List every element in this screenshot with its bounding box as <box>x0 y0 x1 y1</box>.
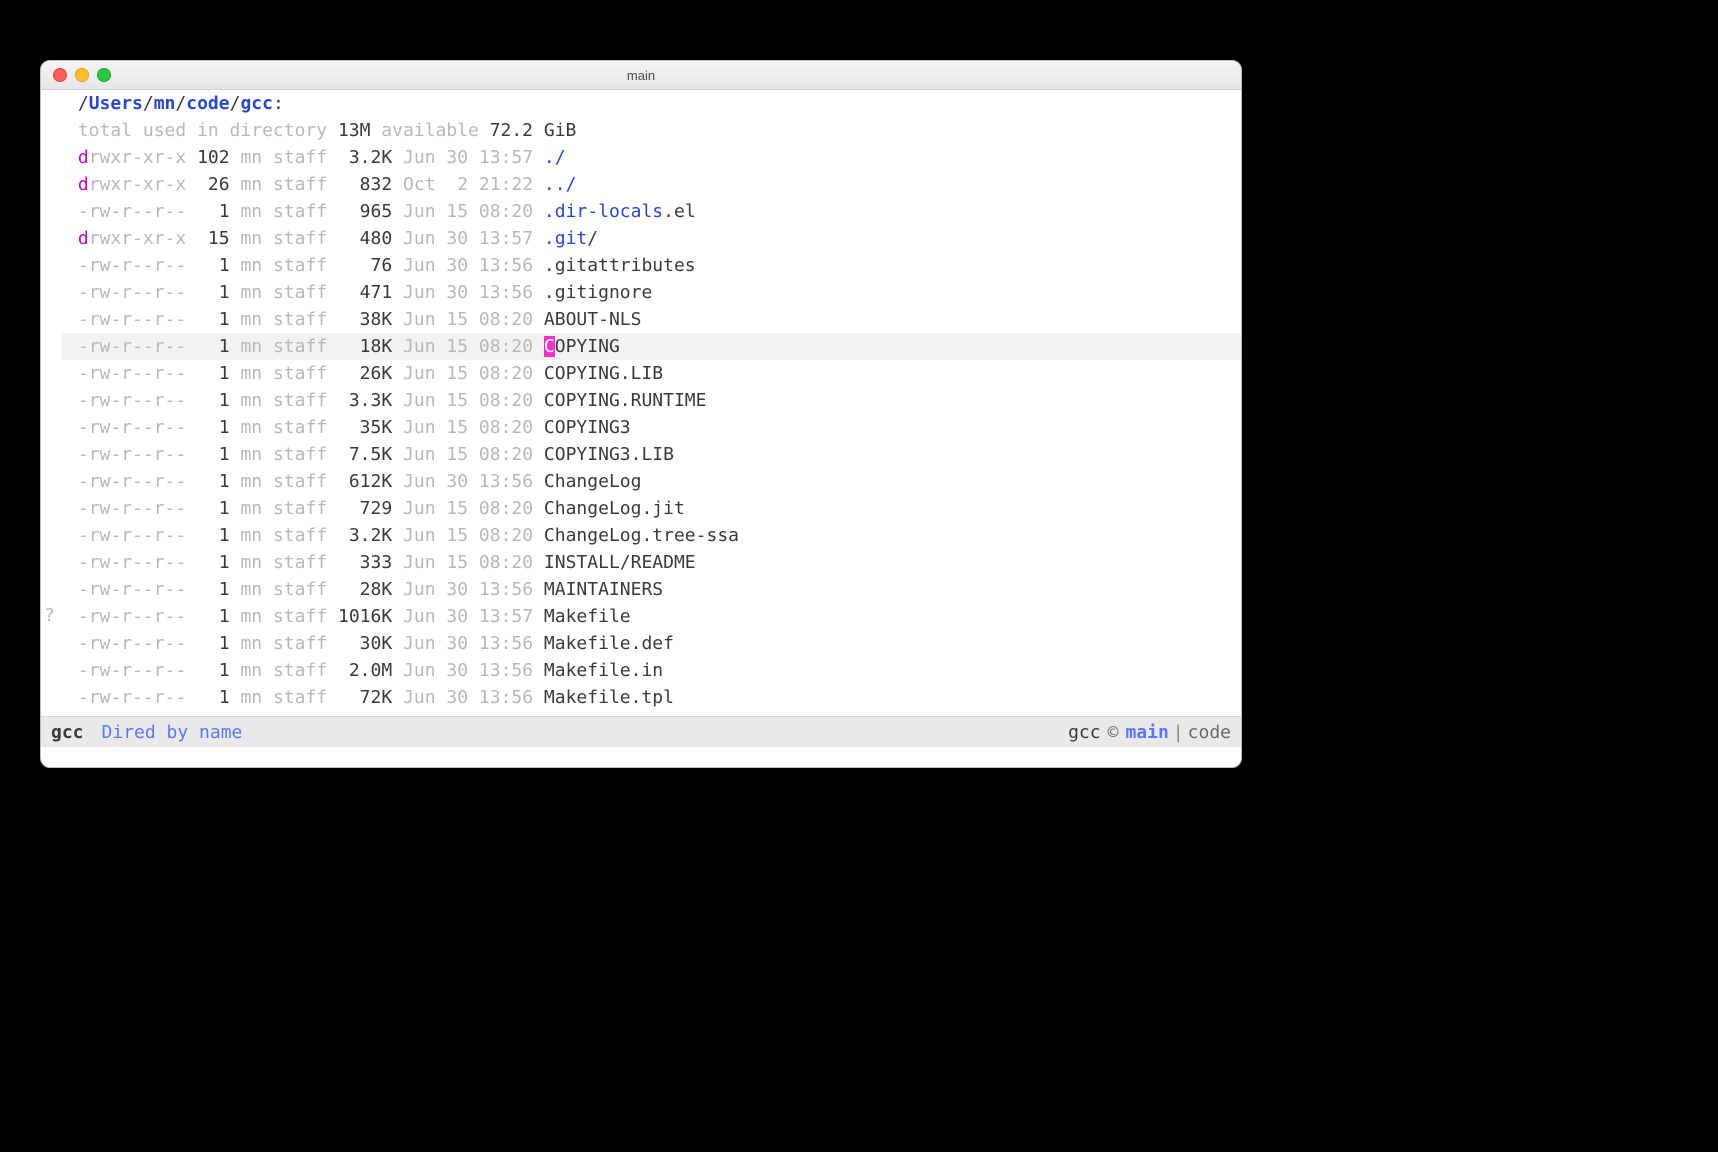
dired-entry[interactable]: -rw-r--r-- 1 mn staff 1.1K Jun 15 08:20 … <box>61 711 1241 716</box>
dired-summary-line[interactable]: total used in directory 13M available 72… <box>61 117 1241 144</box>
fringe-indicator: ? <box>44 605 55 626</box>
dired-entry[interactable]: -rw-r--r-- 1 mn staff 18K Jun 15 08:20 C… <box>61 333 1241 360</box>
traffic-lights <box>53 68 111 82</box>
emacs-window: main ? /Users/mn/code/gcc: total used in… <box>40 60 1242 768</box>
dired-filename[interactable]: / <box>587 228 598 249</box>
mode-line-vc-project: gcc <box>1068 722 1101 743</box>
dired-path-line[interactable]: /Users/mn/code/gcc: <box>61 90 1241 117</box>
dired-filename[interactable]: Makefile.tpl <box>544 687 674 708</box>
echo-area[interactable] <box>41 747 1241 767</box>
dired-filename[interactable]: ABOUT-NLS <box>544 309 642 330</box>
dired-filename[interactable]: ./ <box>544 147 566 168</box>
path-segment[interactable]: Users <box>89 93 143 114</box>
dired-entry[interactable]: -rw-r--r-- 1 mn staff 38K Jun 15 08:20 A… <box>61 306 1241 333</box>
dired-filename[interactable]: Makefile.in <box>544 660 663 681</box>
dired-filename[interactable]: ChangeLog <box>544 471 642 492</box>
dired-filename[interactable]: .gitattributes <box>544 255 696 276</box>
mode-line-left: gcc Dired by name <box>51 722 242 743</box>
dired-filename[interactable]: Makefile <box>544 606 631 627</box>
mode-line-right: gcc © main | code <box>1068 722 1231 743</box>
dired-buffer[interactable]: /Users/mn/code/gcc: total used in direct… <box>61 90 1241 716</box>
dired-entry[interactable]: -rw-r--r-- 1 mn staff 965 Jun 15 08:20 .… <box>61 198 1241 225</box>
dired-entry[interactable]: -rw-r--r-- 1 mn staff 28K Jun 30 13:56 M… <box>61 576 1241 603</box>
dired-filename[interactable]: COPYING3.LIB <box>544 444 674 465</box>
mode-line-project: code <box>1188 722 1231 743</box>
path-segment[interactable]: code <box>186 93 229 114</box>
dired-filename[interactable]: COPYING.RUNTIME <box>544 390 707 411</box>
dired-filename[interactable]: COPYING.LIB <box>544 363 663 384</box>
close-icon[interactable] <box>53 68 67 82</box>
dired-entry[interactable]: -rw-r--r-- 1 mn staff 3.3K Jun 15 08:20 … <box>61 387 1241 414</box>
titlebar[interactable]: main <box>41 61 1241 90</box>
dired-entry[interactable]: -rw-r--r-- 1 mn staff 729 Jun 15 08:20 C… <box>61 495 1241 522</box>
dired-filename[interactable]: .gitignore <box>544 282 652 303</box>
dired-entry[interactable]: -rw-r--r-- 1 mn staff 2.0M Jun 30 13:56 … <box>61 657 1241 684</box>
dired-entry[interactable]: -rw-r--r-- 1 mn staff 26K Jun 15 08:20 C… <box>61 360 1241 387</box>
mode-line-separator: | <box>1173 722 1184 743</box>
dired-filename[interactable]: ChangeLog.tree-ssa <box>544 525 739 546</box>
dired-filename[interactable]: ChangeLog.jit <box>544 498 685 519</box>
path-segment[interactable]: gcc <box>240 93 273 114</box>
dired-entry[interactable]: -rw-r--r-- 1 mn staff 471 Jun 30 13:56 .… <box>61 279 1241 306</box>
dired-filename[interactable]: .el <box>663 201 696 222</box>
dired-entry[interactable]: -rw-r--r-- 1 mn staff 35K Jun 15 08:20 C… <box>61 414 1241 441</box>
dired-entry[interactable]: -rw-r--r-- 1 mn staff 3.2K Jun 15 08:20 … <box>61 522 1241 549</box>
dired-filename[interactable]: INSTALL/README <box>544 552 696 573</box>
dired-filename[interactable]: OPYING <box>555 336 620 357</box>
mode-line-major-mode[interactable]: Dired by name <box>102 722 243 743</box>
dired-entry[interactable]: -rw-r--r-- 1 mn staff 612K Jun 30 13:56 … <box>61 468 1241 495</box>
path-segment[interactable]: mn <box>154 93 176 114</box>
dired-filename[interactable]: .git <box>544 228 587 249</box>
dired-entry[interactable]: -rw-r--r-- 1 mn staff 7.5K Jun 15 08:20 … <box>61 441 1241 468</box>
dired-filename[interactable]: COPYING3 <box>544 417 631 438</box>
mode-line-vc-branch[interactable]: main <box>1125 722 1168 743</box>
dired-filename[interactable]: Makefile.def <box>544 633 674 654</box>
mode-line[interactable]: gcc Dired by name gcc © main | code <box>41 716 1241 747</box>
dired-entry[interactable]: -rw-r--r-- 1 mn staff 72K Jun 30 13:56 M… <box>61 684 1241 711</box>
window-title: main <box>41 68 1241 83</box>
dired-filename[interactable]: ../ <box>544 174 577 195</box>
fringe: ? <box>41 90 61 716</box>
dired-filename[interactable]: .dir-locals <box>544 201 663 222</box>
dired-entry[interactable]: -rw-r--r-- 1 mn staff 30K Jun 30 13:56 M… <box>61 630 1241 657</box>
minimize-icon[interactable] <box>75 68 89 82</box>
vc-icon: © <box>1108 722 1119 743</box>
buffer-area: ? /Users/mn/code/gcc: total used in dire… <box>41 90 1241 716</box>
dired-entry[interactable]: drwxr-xr-x 26 mn staff 832 Oct 2 21:22 .… <box>61 171 1241 198</box>
dired-entry[interactable]: drwxr-xr-x 15 mn staff 480 Jun 30 13:57 … <box>61 225 1241 252</box>
zoom-icon[interactable] <box>97 68 111 82</box>
dired-entry[interactable]: -rw-r--r-- 1 mn staff 1016K Jun 30 13:57… <box>61 603 1241 630</box>
point-cursor: C <box>544 336 555 357</box>
dired-entry[interactable]: -rw-r--r-- 1 mn staff 76 Jun 30 13:56 .g… <box>61 252 1241 279</box>
dired-entry[interactable]: drwxr-xr-x 102 mn staff 3.2K Jun 30 13:5… <box>61 144 1241 171</box>
dired-entry[interactable]: -rw-r--r-- 1 mn staff 333 Jun 15 08:20 I… <box>61 549 1241 576</box>
mode-line-buffer-name[interactable]: gcc <box>51 722 84 743</box>
dired-filename[interactable]: README <box>544 714 609 716</box>
dired-filename[interactable]: MAINTAINERS <box>544 579 663 600</box>
